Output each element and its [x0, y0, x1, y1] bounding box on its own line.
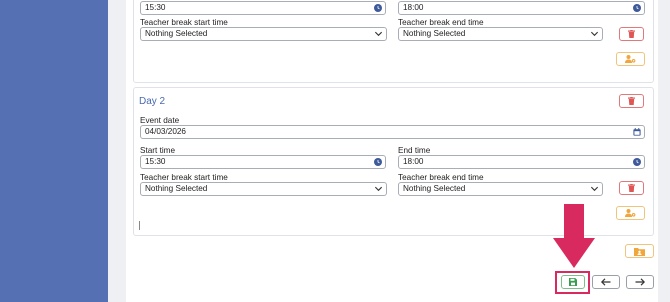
day1-break-end-label: Teacher break end time [398, 18, 484, 27]
save-button[interactable] [561, 275, 585, 289]
user-cog-icon [625, 55, 636, 63]
day2-end-time-label: End time [398, 146, 431, 155]
chevron-down-icon [374, 31, 383, 37]
day1-end-time-input[interactable]: 18:00 [398, 1, 645, 15]
day2-end-time-input[interactable]: 18:00 [398, 155, 645, 169]
day1-break-end-value: Nothing Selected [403, 29, 466, 38]
day2-break-end-value: Nothing Selected [403, 184, 466, 193]
day1-break-end-select[interactable]: Nothing Selected [398, 27, 603, 41]
user-cog-icon [625, 209, 636, 217]
chevron-down-icon [374, 186, 383, 192]
day2-break-start-value: Nothing Selected [145, 184, 208, 193]
clock-icon [633, 4, 641, 12]
day2-start-time-input[interactable]: 15:30 [140, 155, 386, 169]
trash-icon [628, 97, 635, 105]
day1-break-start-value: Nothing Selected [145, 29, 208, 38]
day2-assign-teacher-button[interactable] [616, 206, 645, 220]
day2-break-start-label: Teacher break start time [140, 173, 228, 182]
day2-title: Day 2 [139, 96, 166, 107]
day1-assign-teacher-button[interactable] [616, 52, 645, 66]
day1-break-start-label: Teacher break start time [140, 18, 228, 27]
next-button[interactable] [626, 275, 654, 289]
day2-break-end-select[interactable]: Nothing Selected [398, 182, 603, 196]
day1-start-time-value: 15:30 [145, 3, 166, 12]
day2-event-date-value: 04/03/2026 [145, 127, 186, 136]
day1-start-time-input[interactable]: 15:30 [140, 1, 386, 15]
day1-end-time-value: 18:00 [403, 3, 424, 12]
text-cursor [139, 221, 140, 230]
day2-break-start-select[interactable]: Nothing Selected [140, 182, 387, 196]
day2-delete-button[interactable] [619, 94, 644, 108]
previous-button[interactable] [592, 275, 620, 289]
day2-delete-break-button[interactable] [619, 181, 644, 195]
clock-icon [633, 158, 641, 166]
annotation-arrow-icon [553, 204, 595, 268]
day2-start-time-value: 15:30 [145, 157, 166, 166]
arrow-right-icon [635, 278, 645, 286]
sidebar [0, 0, 108, 302]
arrow-left-icon [601, 278, 611, 286]
chevron-down-icon [590, 31, 599, 37]
add-group-button[interactable] [625, 244, 654, 258]
save-icon [569, 278, 577, 286]
trash-icon [628, 30, 635, 38]
chevron-down-icon [590, 186, 599, 192]
day1-delete-break-button[interactable] [619, 27, 644, 41]
day2-event-date-input[interactable]: 04/03/2026 [140, 125, 645, 139]
clock-icon [374, 158, 382, 166]
calendar-icon [633, 128, 641, 136]
day2-end-time-value: 18:00 [403, 157, 424, 166]
day2-start-time-label: Start time [140, 146, 176, 155]
day2-event-date-label: Event date [140, 116, 180, 125]
folder-users-icon [634, 247, 645, 256]
day2-break-end-label: Teacher break end time [398, 173, 484, 182]
clock-icon [374, 4, 382, 12]
day1-break-start-select[interactable]: Nothing Selected [140, 27, 387, 41]
trash-icon [628, 184, 635, 192]
